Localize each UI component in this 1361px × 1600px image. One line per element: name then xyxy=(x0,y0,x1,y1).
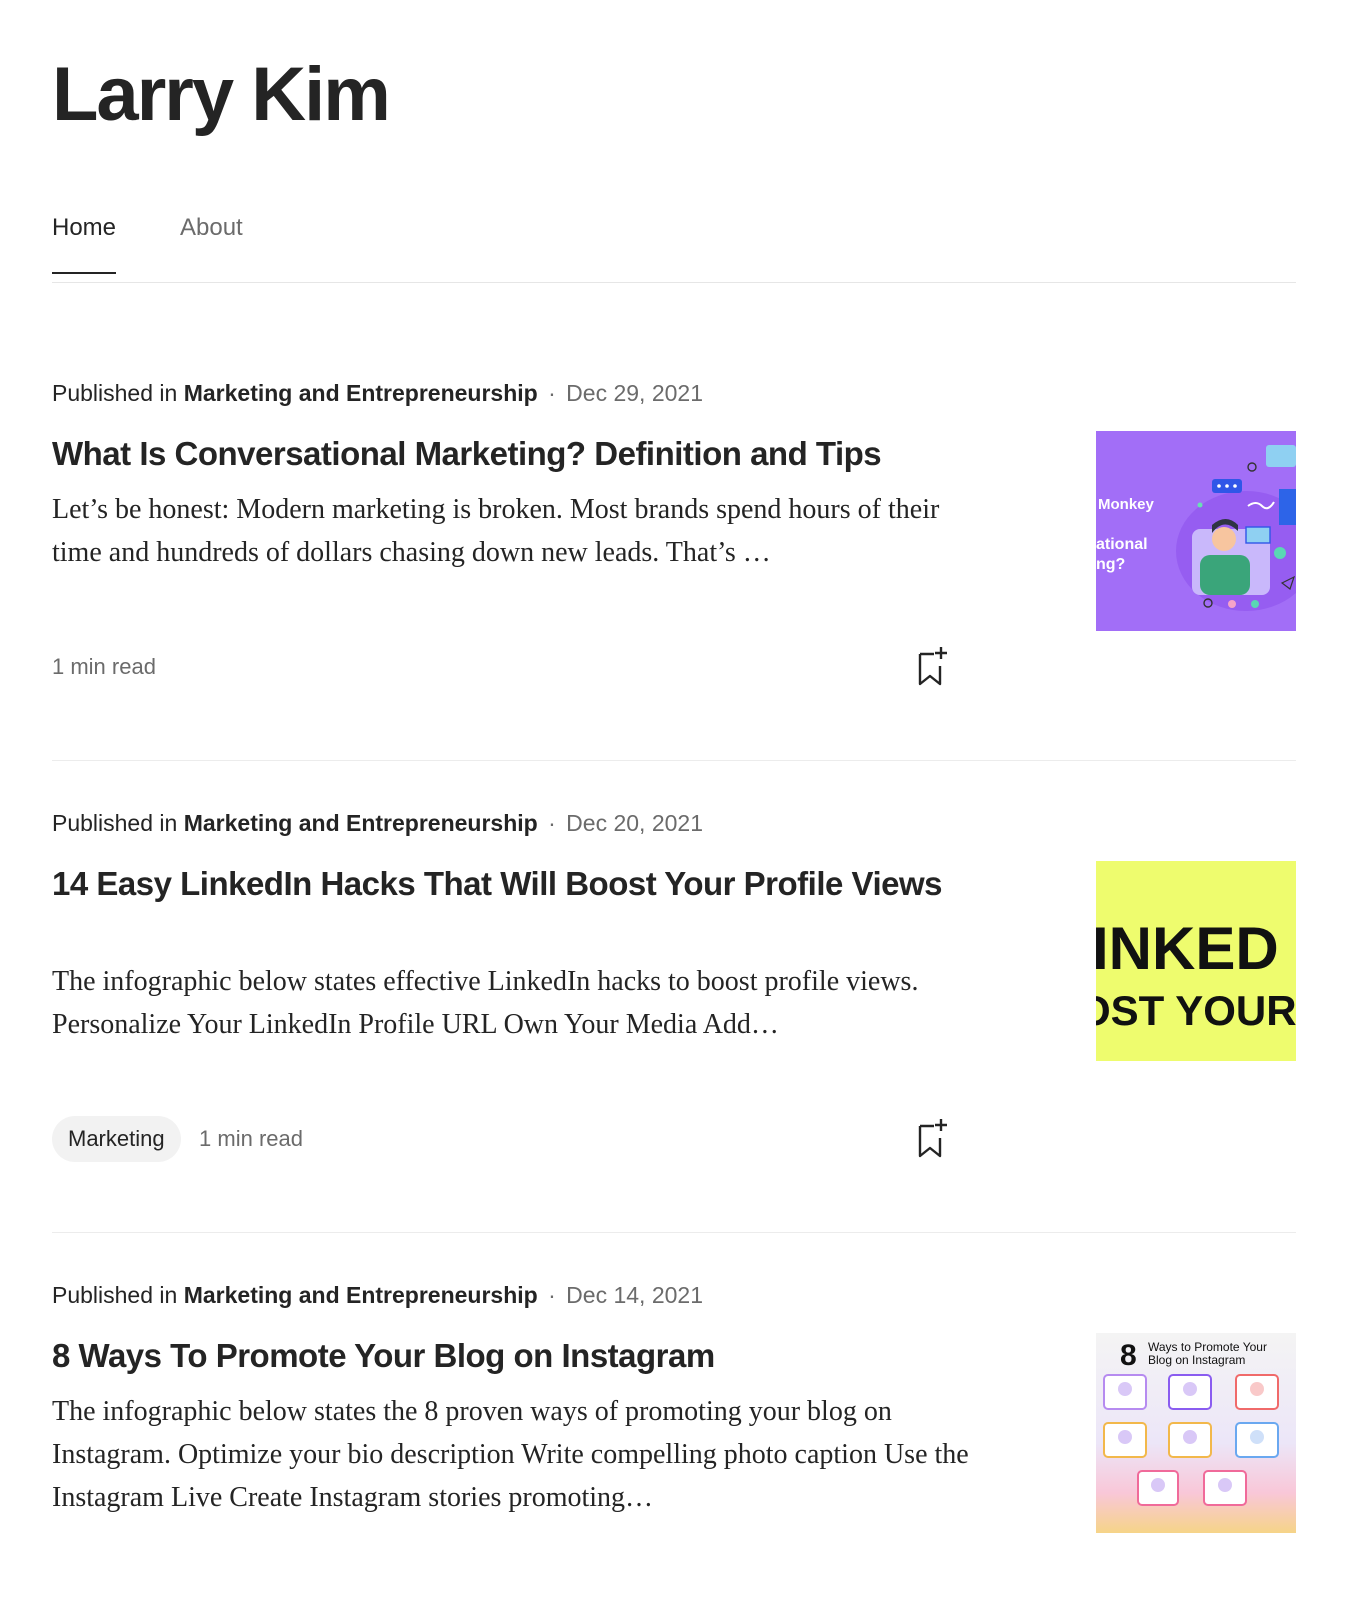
tab-home[interactable]: Home xyxy=(52,210,117,274)
article-footer: 1 min read xyxy=(52,644,952,692)
article-thumbnail[interactable]: Monkey ational ng? xyxy=(1096,431,1296,631)
article-thumbnail[interactable]: 8 Ways to Promote Your Blog on Instagram xyxy=(1096,1333,1296,1533)
bookmark-plus-icon xyxy=(918,1119,947,1158)
profile-page: Larry Kim Home About Published in Market… xyxy=(0,0,1361,1600)
instagram-infographic-image: 8 Ways to Promote Your Blog on Instagram xyxy=(1096,1333,1296,1533)
article-excerpt[interactable]: The infographic below states the 8 prove… xyxy=(52,1390,992,1519)
tag-pill[interactable]: Marketing xyxy=(52,1116,181,1162)
article-date: Dec 20, 2021 xyxy=(566,810,703,836)
thumbnail-text: Monkey xyxy=(1098,496,1155,513)
article-title[interactable]: 14 Easy LinkedIn Hacks That Will Boost Y… xyxy=(52,862,992,906)
article-card[interactable]: Published in Marketing and Entrepreneurs… xyxy=(52,806,1296,1186)
publication-link[interactable]: Marketing and Entrepreneurship xyxy=(184,380,538,406)
article-meta: Published in Marketing and Entrepreneurs… xyxy=(52,376,703,410)
article-date: Dec 29, 2021 xyxy=(566,380,703,406)
meta-separator: · xyxy=(548,810,556,836)
publication-link[interactable]: Marketing and Entrepreneurship xyxy=(184,1282,538,1308)
bookmark-button[interactable] xyxy=(912,644,952,688)
article-card[interactable]: Published in Marketing and Entrepreneurs… xyxy=(52,376,1296,716)
meta-separator: · xyxy=(548,1282,556,1308)
article-date: Dec 14, 2021 xyxy=(566,1282,703,1308)
thumbnail-text: ng? xyxy=(1096,556,1125,573)
thumbnail-text: Ways to Promote Your xyxy=(1148,1340,1267,1354)
linkedin-hacks-image: INKED OST YOUR xyxy=(1096,861,1296,1061)
bookmark-button[interactable] xyxy=(912,1116,952,1160)
thumbnail-text: OST YOUR xyxy=(1096,987,1296,1034)
bookmark-plus-icon xyxy=(918,647,947,686)
thumbnail-text: INKED xyxy=(1096,915,1279,982)
article-title[interactable]: What Is Conversational Marketing? Defini… xyxy=(52,432,992,476)
publication-link[interactable]: Marketing and Entrepreneurship xyxy=(184,810,538,836)
thumbnail-text: Blog on Instagram xyxy=(1148,1353,1245,1367)
tab-about[interactable]: About xyxy=(180,210,243,272)
chatbot-illustration-image: Monkey ational ng? xyxy=(1096,431,1296,631)
thumbnail-text: ational xyxy=(1096,536,1148,553)
author-name: Larry Kim xyxy=(52,52,391,137)
article-meta: Published in Marketing and Entrepreneurs… xyxy=(52,806,703,840)
article-footer: Marketing 1 min read xyxy=(52,1116,952,1164)
article-meta: Published in Marketing and Entrepreneurs… xyxy=(52,1278,703,1312)
read-time: 1 min read xyxy=(199,1126,303,1151)
read-time: 1 min read xyxy=(52,654,156,679)
article-card[interactable]: Published in Marketing and Entrepreneurs… xyxy=(52,1278,1296,1600)
published-in-label: Published in xyxy=(52,1282,178,1308)
thumbnail-text: 8 xyxy=(1120,1339,1137,1372)
published-in-label: Published in xyxy=(52,380,178,406)
profile-tabs: Home About xyxy=(52,210,1296,283)
article-title[interactable]: 8 Ways To Promote Your Blog on Instagram xyxy=(52,1334,992,1378)
published-in-label: Published in xyxy=(52,810,178,836)
article-thumbnail[interactable]: INKED OST YOUR xyxy=(1096,861,1296,1061)
meta-separator: · xyxy=(548,380,556,406)
article-excerpt[interactable]: Let’s be honest: Modern marketing is bro… xyxy=(52,488,992,574)
article-excerpt[interactable]: The infographic below states effective L… xyxy=(52,960,992,1046)
article-divider xyxy=(52,1232,1296,1233)
article-divider xyxy=(52,760,1296,761)
